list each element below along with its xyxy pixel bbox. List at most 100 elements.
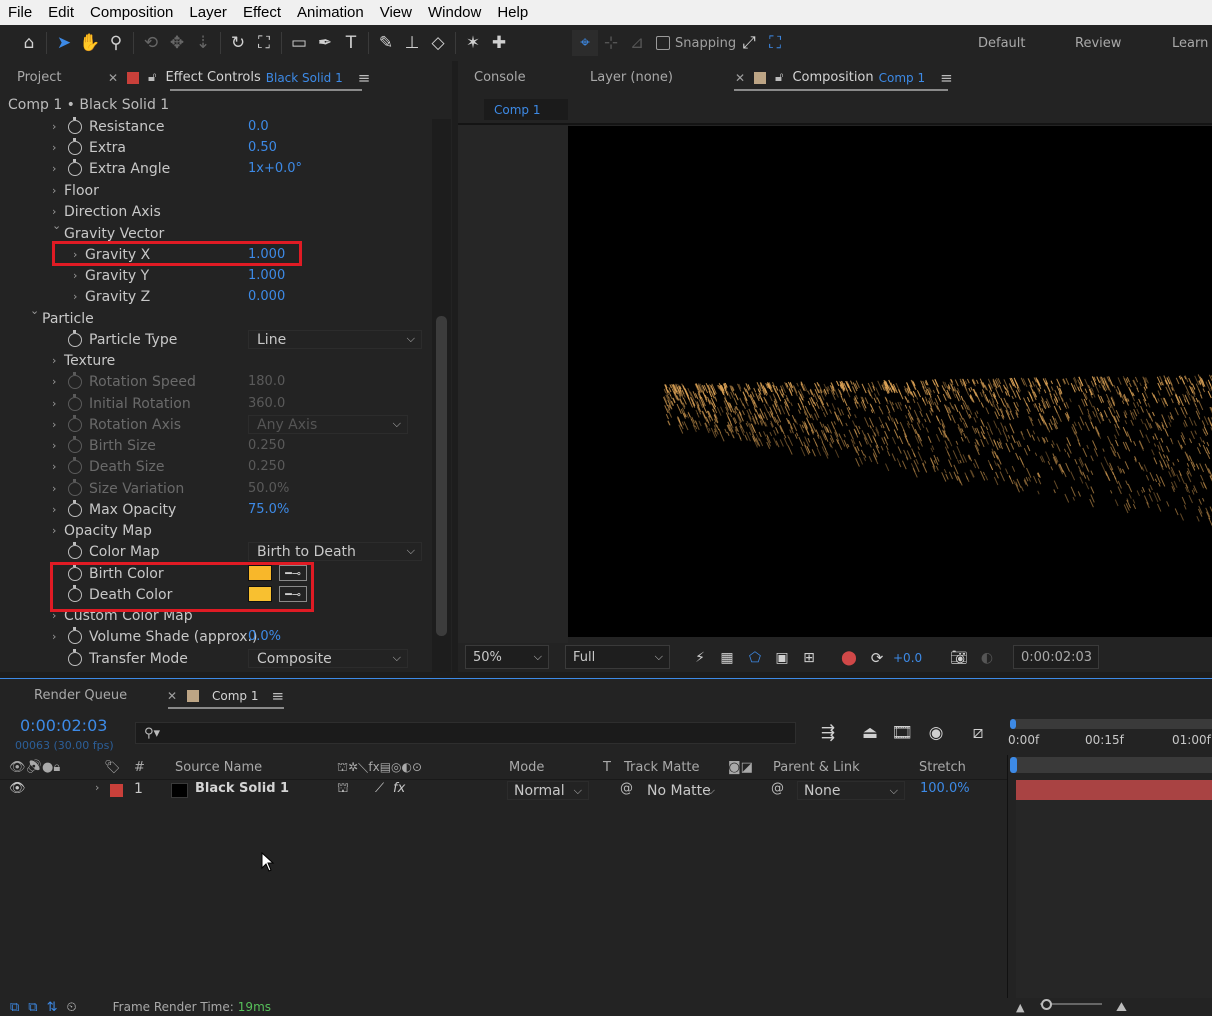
clone-stamp-tool-icon[interactable]: ⊥ (399, 30, 425, 56)
stopwatch-icon[interactable] (68, 394, 82, 411)
type-tool-icon[interactable]: T (338, 30, 364, 56)
property-value[interactable]: 0.000 (248, 289, 285, 304)
collapsed-arrow-icon[interactable]: › (52, 184, 56, 197)
search-input[interactable]: ⚲▾ (135, 722, 796, 744)
property-dropdown[interactable]: Birth to Death ⌵ (248, 542, 422, 561)
snap-features-icon[interactable]: ⛶ (762, 30, 788, 56)
camera-snapshot-icon[interactable]: 📷︎ (946, 645, 972, 671)
current-time[interactable]: 0:00:02:03 (20, 716, 107, 735)
layer-switches-icon[interactable]: ⧉ (10, 1000, 19, 1015)
menu-item-layer[interactable]: Layer (181, 4, 235, 21)
stopwatch-icon[interactable] (68, 479, 82, 496)
workspace-review[interactable]: Review (1075, 25, 1121, 61)
property-row[interactable]: › Opacity Map (0, 520, 432, 541)
property-row[interactable]: Color Map Birth to Death ⌵ (0, 541, 432, 562)
puppet-pin-tool-icon[interactable]: ✚ (486, 30, 512, 56)
collapsed-arrow-icon[interactable]: › (73, 269, 77, 282)
collapsed-arrow-icon[interactable]: › (52, 439, 56, 452)
property-value[interactable]: 50.0% (248, 481, 289, 496)
collapsed-arrow-icon[interactable]: › (52, 482, 56, 495)
pen-tool-icon[interactable]: ✒ (312, 30, 338, 56)
fast-previews-icon[interactable]: ⚡ (687, 645, 713, 671)
in-out-icon[interactable]: ⇅ (47, 1000, 58, 1015)
exposure-value[interactable]: +0.0 (893, 651, 922, 665)
property-row[interactable]: › Size Variation 50.0% (0, 478, 432, 499)
property-row[interactable]: › Resistance 0.0 (0, 116, 432, 137)
property-row[interactable]: ⌄ Particle (0, 304, 432, 329)
frame-blending-icon[interactable]: 🎞︎ (889, 720, 915, 746)
expand-arrow-icon[interactable]: › (95, 781, 99, 801)
draft-3d-icon[interactable]: ⏏ (857, 720, 883, 746)
workspace-default[interactable]: Default (978, 25, 1026, 61)
rotation-tool-icon[interactable]: ↻ (225, 30, 251, 56)
property-row[interactable]: › Direction Axis (0, 201, 432, 222)
property-row[interactable]: › Gravity Y 1.000 (0, 265, 432, 286)
current-time-display[interactable]: 0:00:02:03 (1013, 645, 1099, 669)
parent-pickwhip-icon[interactable]: @ (771, 781, 784, 801)
world-axis-icon[interactable]: ⊹ (598, 30, 624, 56)
property-value[interactable]: 0.250 (248, 459, 285, 474)
rectangle-tool-icon[interactable]: ▭ (286, 30, 312, 56)
stopwatch-icon[interactable] (68, 117, 82, 134)
local-axis-icon[interactable]: ⌖ (572, 30, 598, 56)
eraser-tool-icon[interactable]: ◇ (425, 30, 451, 56)
stopwatch-icon[interactable] (68, 649, 82, 666)
work-area-start[interactable] (1010, 719, 1016, 729)
dolly-camera-icon[interactable]: ⇣ (190, 30, 216, 56)
property-dropdown[interactable]: Line ⌵ (248, 330, 422, 349)
track-matte-dropdown[interactable]: No Matte ⌵ (641, 781, 721, 800)
panel-menu-icon[interactable]: ≡ (271, 687, 284, 705)
graph-editor-icon[interactable]: ⧄ (965, 720, 991, 746)
render-time-icon[interactable]: ⏲ (67, 1000, 77, 1015)
property-row[interactable]: › Birth Size 0.250 (0, 435, 432, 456)
property-row[interactable]: › Extra 0.50 (0, 137, 432, 158)
property-row[interactable]: › Floor (0, 180, 432, 201)
layer-name[interactable]: Black Solid 1 (195, 781, 289, 801)
tab-layer[interactable]: Layer (none) (590, 61, 673, 94)
menu-item-file[interactable]: File (0, 4, 40, 21)
collapsed-arrow-icon[interactable]: › (52, 162, 56, 175)
menu-item-composition[interactable]: Composition (82, 4, 181, 21)
property-value[interactable]: 0.0 (248, 119, 269, 134)
grid-guides-icon[interactable]: ⊞ (796, 645, 822, 671)
zoom-tool-icon[interactable]: ⚲ (103, 30, 129, 56)
scrollbar-thumb[interactable] (436, 316, 447, 636)
work-area-bar[interactable] (1012, 719, 1212, 729)
stopwatch-icon[interactable] (68, 542, 82, 559)
layer-label-color[interactable] (110, 784, 123, 797)
property-row[interactable]: › Volume Shade (approx.) 0.0% (0, 626, 432, 647)
column-source-name[interactable]: Source Name (175, 760, 262, 775)
selection-tool-icon[interactable]: ➤ (51, 30, 77, 56)
property-row[interactable]: › Death Size 0.250 (0, 456, 432, 477)
property-row[interactable]: › Rotation Axis Any Axis ⌵ (0, 414, 432, 435)
property-value[interactable]: 180.0 (248, 374, 285, 389)
pan-behind-tool-icon[interactable]: ⛶ (251, 30, 277, 56)
snapping-toggle[interactable]: Snapping (656, 36, 736, 51)
menu-item-help[interactable]: Help (489, 4, 536, 21)
region-of-interest-icon[interactable]: ▣ (769, 645, 795, 671)
reset-exposure-icon[interactable]: ⟳ (864, 645, 890, 671)
mask-visibility-icon[interactable]: ⬠ (742, 645, 768, 671)
show-snapshot-icon[interactable]: ◐ (974, 645, 1000, 671)
property-value[interactable]: 360.0 (248, 396, 285, 411)
expanded-arrow-icon[interactable]: ⌄ (52, 219, 61, 232)
mode-dropdown[interactable]: Normal ⌵ (507, 781, 589, 800)
tab-render-queue[interactable]: Render Queue (34, 679, 127, 712)
property-row[interactable]: › Initial Rotation 360.0 (0, 393, 432, 414)
collapsed-arrow-icon[interactable]: › (52, 524, 56, 537)
collapsed-arrow-icon[interactable]: › (52, 141, 56, 154)
collapsed-arrow-icon[interactable]: › (52, 375, 56, 388)
transparency-grid-icon[interactable]: ▦ (714, 645, 740, 671)
menu-item-effect[interactable]: Effect (235, 4, 289, 21)
menu-item-edit[interactable]: Edit (40, 4, 82, 21)
eye-icon[interactable]: 👁︎ (9, 781, 26, 801)
zoom-out-icon[interactable]: ▲ (1016, 1001, 1024, 1014)
collapsed-arrow-icon[interactable]: › (52, 120, 56, 133)
collapsed-arrow-icon[interactable]: › (73, 290, 77, 303)
hand-tool-icon[interactable]: ✋ (77, 30, 103, 56)
collapsed-arrow-icon[interactable]: › (52, 460, 56, 473)
property-value[interactable]: 1x+0.0° (248, 161, 302, 176)
transfer-controls-icon[interactable]: ⧉ (28, 1000, 37, 1015)
viewer-tab-comp[interactable]: Comp 1 (484, 99, 568, 120)
playhead[interactable] (1010, 757, 1017, 773)
